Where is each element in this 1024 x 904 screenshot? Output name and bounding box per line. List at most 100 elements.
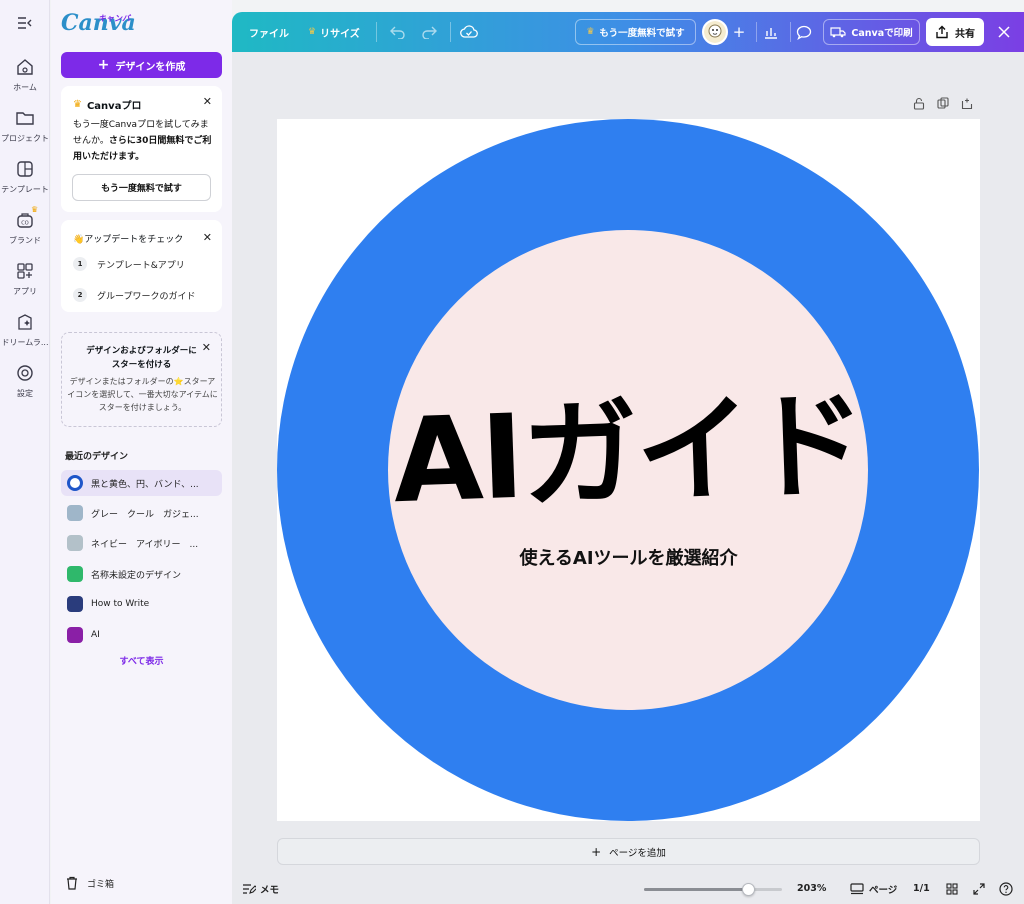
grid-view-icon[interactable]	[944, 881, 960, 897]
resize-button[interactable]: ♛ リサイズ	[308, 12, 360, 52]
collapse-panel-icon[interactable]	[15, 16, 35, 36]
design-thumbnail	[67, 505, 83, 521]
undo-icon[interactable]	[388, 22, 408, 42]
recent-design-label: 黒と黄色、円、バンド、...	[91, 479, 199, 490]
crown-icon: ♛	[586, 27, 595, 37]
recent-design-item[interactable]: 名称未設定のデザイン	[61, 561, 222, 587]
help-icon[interactable]	[998, 881, 1014, 897]
fullscreen-icon[interactable]	[971, 881, 987, 897]
recent-design-item[interactable]: ネイビー アイボリー ...	[61, 530, 222, 556]
toolbar-divider	[450, 22, 451, 42]
pages-label: ページ	[869, 885, 898, 896]
avatar[interactable]	[702, 19, 728, 45]
close-icon[interactable]: ✕	[203, 95, 212, 108]
rail-label: ドリームラ...	[1, 338, 49, 347]
create-design-button[interactable]: + デザインを作成	[61, 52, 222, 78]
trash-icon	[67, 876, 77, 890]
pro-card-body: もう一度Canvaプロを試してみませんか。さらに30日間無料でご利用いただけます…	[73, 117, 215, 165]
update-item[interactable]: 1 テンプレート&アプリ	[73, 257, 185, 271]
star-tip-body: デザインまたはフォルダーの⭐スターアイコンを選択して、一番大切なアイテムにスター…	[67, 377, 218, 412]
rail-item-templates[interactable]: テンプレート	[0, 158, 50, 195]
logo-kana: キャンバ	[98, 13, 130, 23]
recent-designs-heading: 最近のデザイン	[65, 452, 129, 462]
rail-label: テンプレート	[1, 185, 49, 194]
pages-icon	[850, 883, 864, 895]
settings-icon	[17, 365, 33, 381]
crown-icon: ♛	[31, 205, 39, 214]
zoom-level[interactable]: 203%	[797, 883, 826, 894]
try-pro-again-button[interactable]: もう一度無料で試す	[72, 174, 211, 201]
headline-text[interactable]: AIガイド	[277, 377, 980, 531]
design-page[interactable]: AIガイド 使えるAIツールを厳選紹介	[277, 119, 980, 821]
pro-card-title: ♛ Canvaプロ	[73, 97, 141, 112]
recent-design-label: How to Write	[91, 599, 150, 609]
recent-design-label: 名称未設定のデザイン	[91, 570, 182, 581]
avatar-image	[704, 21, 726, 43]
update-item-label: グループワークのガイド	[97, 291, 196, 302]
recent-design-item[interactable]: How to Write	[61, 591, 222, 617]
rail-item-dream-lab[interactable]: ドリームラ...	[0, 311, 50, 348]
print-button[interactable]: Canvaで印刷	[823, 19, 920, 45]
print-label: Canvaで印刷	[851, 28, 913, 39]
trash-label: ゴミ箱	[87, 879, 115, 890]
plus-icon: +	[591, 844, 602, 859]
rail-item-apps[interactable]: アプリ	[0, 260, 50, 297]
zoom-slider-handle[interactable]	[741, 883, 755, 896]
page-count: 1/1	[913, 883, 930, 894]
toolbar-divider	[756, 22, 757, 42]
close-editor-icon[interactable]	[994, 22, 1014, 42]
pages-button[interactable]: ページ	[850, 882, 897, 896]
dream-lab-icon	[18, 314, 32, 330]
rail-item-projects[interactable]: プロジェクト	[0, 107, 50, 144]
notes-button[interactable]: メモ	[242, 882, 279, 896]
toolbar-divider	[790, 22, 791, 42]
insights-chart-icon[interactable]	[761, 22, 781, 42]
cloud-saved-icon[interactable]	[459, 22, 479, 42]
trial-button[interactable]: ♛ もう一度無料で試す	[575, 19, 696, 45]
update-item-label: テンプレート&アプリ	[97, 260, 185, 271]
notes-icon	[243, 884, 256, 894]
updates-card-title: 👋アップデートをチェック	[73, 235, 184, 245]
rail-label: ブランド	[9, 236, 41, 245]
update-item[interactable]: 2 グループワークのガイド	[73, 288, 195, 302]
star-tip-title: デザインおよびフォルダーにスターを付ける	[86, 346, 197, 370]
canva-logo[interactable]: Canva キャンバ	[61, 10, 136, 36]
zoom-slider[interactable]	[644, 883, 782, 896]
recent-design-item[interactable]: 黒と黄色、円、バンド、...	[61, 470, 222, 496]
recent-design-label: グレー クール ガジェ...	[91, 509, 199, 520]
update-item-number: 2	[73, 288, 87, 302]
lock-icon[interactable]	[913, 97, 925, 110]
file-menu-label: ファイル	[249, 28, 289, 40]
rail-item-settings[interactable]: 設定	[0, 362, 50, 399]
add-page-icon[interactable]	[961, 97, 973, 110]
design-thumbnail	[67, 627, 83, 643]
crown-icon: ♛	[308, 27, 317, 37]
recent-design-item[interactable]: グレー クール ガジェ...	[61, 500, 222, 526]
design-thumbnail	[67, 535, 83, 551]
comment-icon[interactable]	[794, 22, 814, 42]
add-collaborator-icon[interactable]: +	[729, 22, 749, 42]
crown-icon: ♛	[73, 99, 82, 110]
share-button[interactable]: 共有	[926, 18, 984, 46]
svg-text:CO: CO	[21, 221, 28, 227]
subtitle-text[interactable]: 使えるAIツールを厳選紹介	[277, 544, 980, 570]
show-all-link[interactable]: すべて表示	[61, 654, 222, 667]
duplicate-page-icon[interactable]	[937, 97, 949, 110]
updates-card: 👋アップデートをチェック ✕ 1 テンプレート&アプリ 2 グループワークのガイ…	[61, 220, 222, 312]
add-page-button[interactable]: + ページを追加	[277, 838, 980, 865]
share-label: 共有	[955, 28, 975, 40]
create-design-label: デザインを作成	[115, 61, 186, 73]
close-icon[interactable]: ✕	[203, 231, 212, 244]
design-thumbnail	[67, 566, 83, 582]
recent-design-item[interactable]: AI	[61, 622, 222, 648]
share-icon	[936, 25, 948, 39]
trash-button[interactable]: ゴミ箱	[65, 876, 114, 890]
bottom-bar: メモ 203% ページ 1/1	[232, 876, 1024, 904]
file-menu[interactable]: ファイル	[249, 12, 289, 52]
top-toolbar: ファイル ♛ リサイズ ♛ もう一度無料で試す + Canvaで印刷 共有	[232, 12, 1024, 52]
redo-icon[interactable]	[419, 22, 439, 42]
rail-item-brand[interactable]: ♛ CO ブランド	[0, 205, 50, 246]
page-tools	[913, 97, 973, 110]
rail-item-home[interactable]: ホーム	[0, 56, 50, 93]
notes-label: メモ	[260, 885, 280, 896]
